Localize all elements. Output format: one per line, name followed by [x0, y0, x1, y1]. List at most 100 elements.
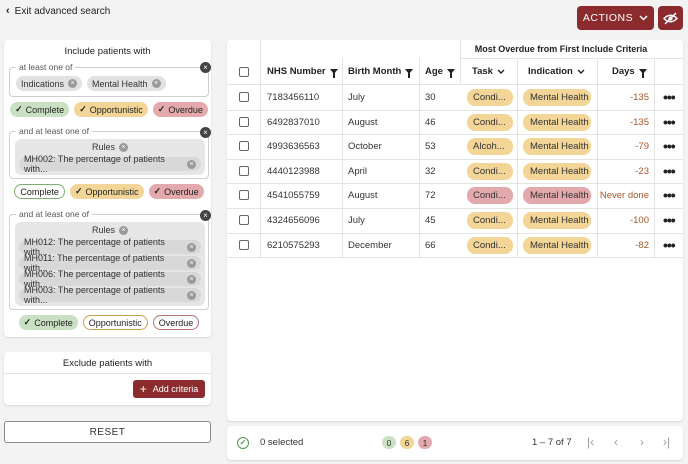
table-row[interactable]: 4993636563 October 53 Alcoh... Mental Health… [227, 134, 683, 159]
next-page-icon[interactable]: › [640, 435, 644, 449]
table-row[interactable]: 4440123988 April 32 Condi... Mental Health -2… [227, 159, 683, 184]
age: 66 [425, 239, 436, 251]
row-checkbox[interactable] [239, 116, 249, 127]
chip-mental-health[interactable]: Mental Health × [87, 76, 166, 91]
task-chip[interactable]: Condi... [467, 113, 513, 131]
remove-group-2-icon[interactable]: × [200, 127, 211, 138]
more-horiz-icon[interactable]: ••• [663, 188, 676, 202]
add-criteria-label: Add criteria [152, 384, 199, 394]
table-row[interactable]: 4541055759 August 72 Condi... Mental Health N… [227, 183, 683, 208]
check-icon: ✓ [157, 104, 166, 114]
chevron-down-icon [639, 15, 648, 21]
filter-icon[interactable] [638, 69, 647, 78]
task-chip[interactable]: Condi... [467, 162, 513, 180]
column-header-age[interactable]: Age [425, 66, 455, 78]
close-icon[interactable]: × [187, 242, 196, 252]
task-chip[interactable]: Condi... [467, 236, 513, 254]
chip-indications[interactable]: Indications × [16, 76, 83, 91]
task-chip[interactable]: Condi... [467, 89, 513, 106]
more-horiz-icon[interactable]: ••• [663, 115, 676, 129]
close-icon[interactable]: × [187, 274, 196, 284]
indication-chip[interactable]: Mental Health [523, 113, 591, 131]
close-icon[interactable]: × [187, 290, 196, 300]
more-horiz-icon[interactable]: ••• [663, 213, 676, 227]
exit-advanced-search-link[interactable]: ‹ Exit advanced search [6, 5, 110, 17]
filter-icon[interactable] [329, 69, 338, 78]
more-horiz-icon[interactable]: ••• [663, 238, 676, 252]
close-icon[interactable]: × [151, 79, 161, 88]
rule-item[interactable]: MH011: The percentage of patients with..… [19, 253, 201, 273]
rule-label: MH002: The percentage of patients with..… [24, 154, 165, 174]
indication-chip[interactable]: Mental Health [523, 187, 591, 205]
close-icon[interactable]: × [187, 258, 196, 268]
column-header-birth-month[interactable]: Birth Month [348, 66, 414, 78]
group-legend: and at least one of [16, 126, 92, 136]
rule-item[interactable]: MH003: The percentage of patients with..… [19, 285, 201, 305]
filter-icon[interactable] [446, 69, 455, 78]
more-horiz-icon[interactable]: ••• [663, 90, 676, 104]
status-overdue-toggle[interactable]: Overdue [152, 315, 200, 330]
status-complete-toggle[interactable]: ✓ Complete [18, 315, 78, 330]
status-opportunistic-toggle[interactable]: ✓ Opportunistic [74, 102, 148, 117]
status-opportunistic-toggle[interactable]: Opportunistic [82, 315, 148, 330]
row-checkbox[interactable] [239, 215, 249, 225]
add-criteria-button[interactable]: + Add criteria [133, 380, 205, 398]
status-complete-toggle[interactable]: Complete [14, 184, 65, 199]
criteria-group-2: and at least one of Rules × MH002: The p… [9, 126, 209, 179]
column-header-task[interactable]: Task [472, 66, 505, 77]
task-chip[interactable]: Alcoh... [467, 138, 513, 156]
indication-chip[interactable]: Mental Health [523, 138, 591, 156]
close-icon[interactable]: × [68, 79, 78, 88]
remove-group-1-icon[interactable]: × [200, 62, 211, 73]
status-opportunistic-toggle[interactable]: ✓ Opportunistic [69, 184, 144, 199]
task-chip[interactable]: Condi... [467, 212, 513, 229]
status-overdue-toggle[interactable]: ✓ Overdue [152, 102, 208, 117]
rule-item[interactable]: MH002: The percentage of patients with..… [19, 154, 201, 174]
close-icon[interactable]: × [119, 142, 128, 152]
indication-chip[interactable]: Mental Health [523, 236, 591, 254]
row-checkbox[interactable] [239, 92, 249, 102]
column-label: Birth Month [348, 66, 402, 77]
filter-icon[interactable] [405, 69, 414, 78]
first-page-icon[interactable]: |‹ [587, 435, 594, 449]
toggle-visibility-button[interactable] [658, 6, 683, 30]
close-icon[interactable]: × [119, 225, 128, 235]
table-row[interactable]: 6210575293 December 66 Condi... Mental Healt… [227, 233, 683, 258]
reset-button[interactable]: RESET [4, 421, 211, 443]
row-checkbox[interactable] [239, 190, 249, 201]
remove-group-3-icon[interactable]: × [200, 210, 211, 221]
table-row[interactable]: 7183456110 July 30 Condi... Mental Health -13… [227, 85, 683, 110]
indication-chip[interactable]: Mental Health [523, 162, 591, 180]
select-all-checkbox[interactable] [239, 67, 249, 77]
status-complete-toggle[interactable]: ✓ Complete [10, 102, 70, 117]
divider [4, 373, 211, 374]
birth-month: July [348, 92, 365, 103]
column-label: Indication [528, 66, 573, 77]
divider [460, 40, 461, 85]
table-row[interactable]: 6492837010 August 46 Condi... Mental Health -… [227, 110, 683, 135]
column-header-nhs[interactable]: NHS Number [267, 66, 338, 78]
row-checkbox[interactable] [239, 165, 249, 176]
actions-button[interactable]: ACTIONS [577, 6, 654, 30]
complete-count-badge: 0 [382, 436, 396, 449]
close-icon[interactable]: × [187, 159, 196, 169]
row-checkbox[interactable] [239, 239, 249, 250]
rules-header: Rules × [15, 142, 205, 152]
indication-chip[interactable]: Mental Health [523, 212, 591, 229]
status-label: Overdue [168, 104, 203, 115]
column-header-indication[interactable]: Indication [528, 66, 585, 77]
days-value: -135 [629, 92, 649, 103]
days-value: -135 [629, 116, 649, 128]
indication-chip[interactable]: Mental Health [523, 89, 591, 106]
rule-item[interactable]: MH006: The percentage of patients with..… [19, 269, 201, 289]
rule-item[interactable]: MH012: The percentage of patients with..… [19, 237, 201, 257]
row-checkbox[interactable] [239, 141, 249, 152]
prev-page-icon[interactable]: ‹ [614, 435, 618, 449]
table-row[interactable]: 4324656096 July 45 Condi... Mental Health -10… [227, 208, 683, 233]
column-header-days[interactable]: Days [612, 66, 647, 78]
status-overdue-toggle[interactable]: ✓ Overdue [148, 184, 204, 199]
last-page-icon[interactable]: ›| [663, 435, 670, 449]
more-horiz-icon[interactable]: ••• [663, 139, 676, 153]
task-chip[interactable]: Condi... [467, 187, 513, 205]
more-horiz-icon[interactable]: ••• [663, 164, 676, 178]
